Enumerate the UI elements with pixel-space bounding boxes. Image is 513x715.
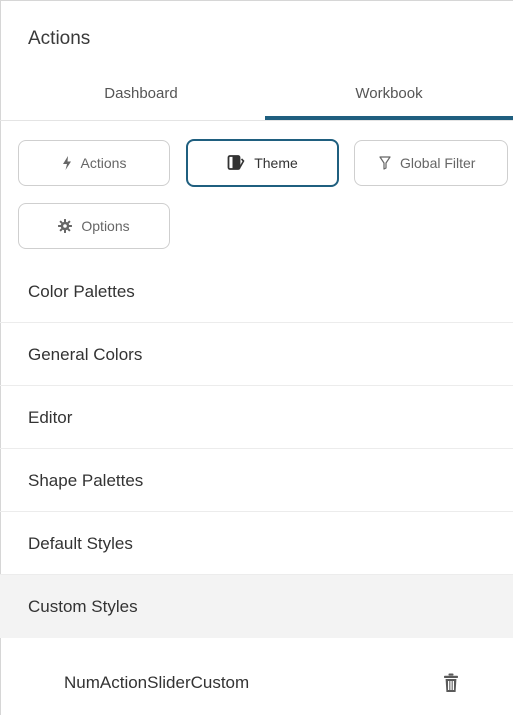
options-button-label: Options [81,218,130,234]
section-editor[interactable]: Editor [0,386,513,449]
theme-button[interactable]: Theme [186,139,339,187]
custom-style-name: NumActionSliderCustom [64,673,250,692]
filter-icon [379,156,391,170]
trash-icon[interactable] [443,673,459,693]
panel-title: Actions [28,28,91,49]
section-general-colors[interactable]: General Colors [0,323,513,386]
theme-section-list: Color Palettes General Colors Editor Sha… [0,260,513,638]
options-button[interactable]: Options [18,203,170,249]
tab-dashboard[interactable]: Dashboard [18,72,264,116]
lightning-icon [62,156,72,170]
actions-button-label: Actions [80,155,127,171]
section-color-palettes[interactable]: Color Palettes [0,260,513,323]
actions-button[interactable]: Actions [18,140,170,186]
section-shape-palettes[interactable]: Shape Palettes [0,449,513,512]
theme-button-label: Theme [254,155,298,171]
section-custom-styles[interactable]: Custom Styles [0,575,513,638]
tab-workbook[interactable]: Workbook [265,72,513,116]
section-default-styles[interactable]: Default Styles [0,512,513,575]
gear-icon [58,219,73,233]
tab-bar: Dashboard Workbook [0,72,513,120]
global-filter-button[interactable]: Global Filter [354,140,508,186]
tab-divider [0,120,513,121]
global-filter-button-label: Global Filter [400,155,476,171]
custom-style-item[interactable]: NumActionSliderCustom [0,637,513,715]
book-icon [227,155,245,171]
panel-top-border [0,0,513,1]
